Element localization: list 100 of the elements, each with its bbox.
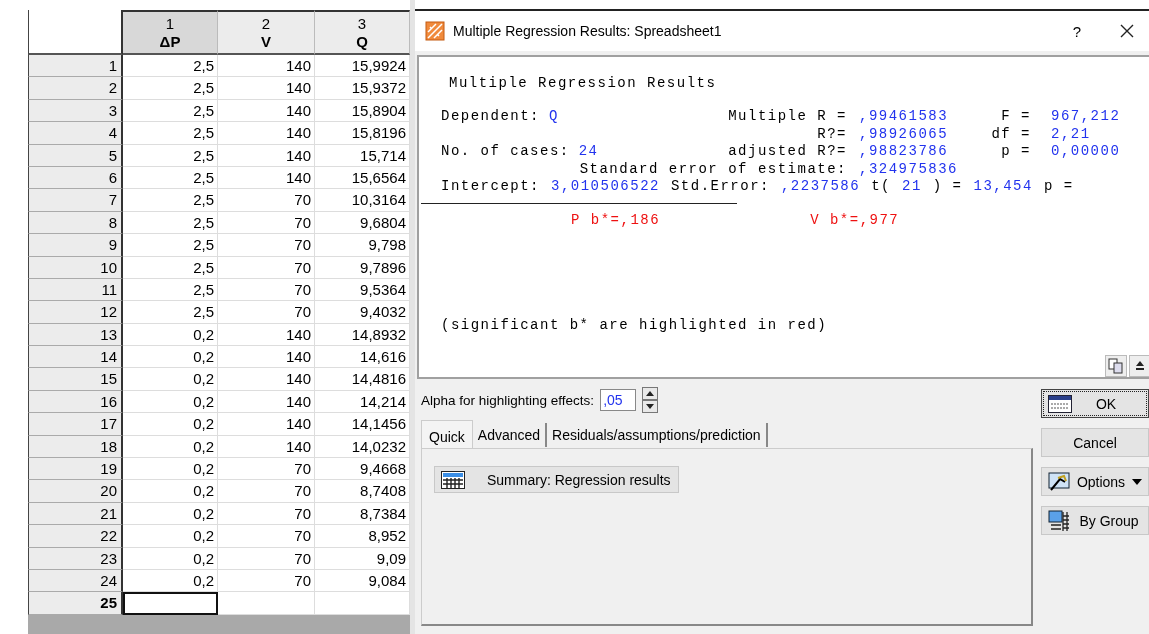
- table-cell: 0,2: [123, 413, 218, 436]
- table-cell: 9,7896: [315, 256, 410, 279]
- table-cell: 15,9372: [315, 77, 410, 100]
- alpha-label: Alpha for highlighting effects:: [421, 392, 595, 408]
- row-header[interactable]: 19: [28, 458, 123, 481]
- row-header[interactable]: 4: [28, 122, 123, 145]
- table-cell: 70: [218, 547, 315, 570]
- table-cell: 14,616: [315, 346, 410, 369]
- table-cell: 70: [218, 570, 315, 593]
- output-heading: Multiple Regression Results: [449, 75, 718, 92]
- table-cell: 14,0232: [315, 435, 410, 459]
- table-cell: 140: [218, 323, 315, 347]
- active-cell[interactable]: [123, 592, 218, 615]
- table-cell: 70: [218, 256, 315, 279]
- row-header[interactable]: 14: [28, 346, 123, 369]
- close-icon[interactable]: [1119, 23, 1135, 39]
- table-cell: 15,6564: [315, 166, 410, 190]
- alpha-field[interactable]: ,05: [600, 389, 637, 411]
- column-header[interactable]: 1 ΔP: [123, 10, 218, 55]
- tab[interactable]: Quick: [421, 420, 473, 448]
- table-cell: 0,2: [123, 480, 218, 503]
- row-header[interactable]: 5: [28, 144, 123, 167]
- options-button[interactable]: Options: [1041, 467, 1149, 496]
- row-header[interactable]: 3: [28, 99, 123, 123]
- table-cell: 9,5364: [315, 278, 410, 302]
- table-cell: 15,714: [315, 144, 410, 167]
- table-cell: 9,798: [315, 234, 410, 257]
- row-header[interactable]: 18: [28, 435, 123, 459]
- row-header[interactable]: 12: [28, 301, 123, 324]
- help-button[interactable]: ?: [1057, 22, 1097, 40]
- table-cell: 8,7408: [315, 480, 410, 503]
- table-cell: 2,5: [123, 144, 218, 167]
- row-header[interactable]: 7: [28, 189, 123, 212]
- column-header[interactable]: 2 V: [218, 10, 315, 55]
- row-header[interactable]: 25: [28, 592, 123, 615]
- row-header[interactable]: 9: [28, 234, 123, 257]
- table-cell: 9,6804: [315, 211, 410, 235]
- table-cell: 14,8932: [315, 323, 410, 347]
- row-header[interactable]: 11: [28, 278, 123, 302]
- row-header[interactable]: 2: [28, 77, 123, 100]
- table-cell: 9,4668: [315, 458, 410, 481]
- row-header[interactable]: 20: [28, 480, 123, 503]
- note-text: (significant b* are highlighted in red): [441, 317, 829, 334]
- table-cell: 0,2: [123, 323, 218, 347]
- table-cell: 2,5: [123, 278, 218, 302]
- table-cell: 0,2: [123, 390, 218, 414]
- table-cell: 70: [218, 502, 315, 526]
- ok-button[interactable]: OK: [1041, 389, 1149, 418]
- row-header[interactable]: 6: [28, 166, 123, 190]
- table-cell: 15,8196: [315, 122, 410, 145]
- stat-value: 2,21: [1051, 125, 1091, 142]
- table-cell: 2,5: [123, 256, 218, 279]
- stat-value: ,324975836: [859, 160, 958, 177]
- table-cell: 140: [218, 368, 315, 391]
- row-header[interactable]: 23: [28, 547, 123, 570]
- table-cell: 70: [218, 480, 315, 503]
- table-cell: 70: [218, 189, 315, 212]
- table-cell: 2,5: [123, 99, 218, 123]
- table-cell: 140: [218, 55, 315, 78]
- table-cell: 10,3164: [315, 189, 410, 212]
- stat-value: 21: [902, 178, 922, 195]
- row-header[interactable]: 24: [28, 570, 123, 593]
- caret-icon: [1132, 478, 1142, 485]
- row-header[interactable]: 10: [28, 256, 123, 279]
- column-header[interactable]: 3 Q: [315, 10, 410, 55]
- table-cell: 2,5: [123, 234, 218, 257]
- table-cell: 0,2: [123, 435, 218, 459]
- copy-icon[interactable]: [1105, 355, 1127, 377]
- cancel-button[interactable]: Cancel: [1041, 428, 1149, 457]
- spin-icon[interactable]: [642, 387, 659, 413]
- stat-value: 967,212: [1051, 108, 1121, 124]
- table-icon: [441, 470, 465, 489]
- table-cell: 140: [218, 99, 315, 123]
- row-header[interactable]: 8: [28, 211, 123, 235]
- stat-label: Intercept:: [441, 178, 540, 195]
- table-cell: 9,09: [315, 547, 410, 570]
- stat-label: adjusted R?=: [728, 143, 847, 159]
- row-header[interactable]: 1: [28, 55, 123, 78]
- table-cell: 14,214: [315, 390, 410, 414]
- stat-label: Dependent:: [441, 108, 540, 126]
- bygroup-button[interactable]: By Group: [1041, 506, 1149, 535]
- stat-value: 0,00000: [1051, 143, 1121, 159]
- table-cell: 140: [218, 144, 315, 167]
- table-cell: 2,5: [123, 189, 218, 212]
- row-header[interactable]: 13: [28, 323, 123, 347]
- coefficient-text: V b*=,977: [810, 212, 900, 229]
- stat-label: ) =: [932, 178, 963, 195]
- row-header[interactable]: 21: [28, 502, 123, 526]
- table-cell: 14,4816: [315, 368, 410, 391]
- expand-icon[interactable]: [1129, 355, 1149, 377]
- row-header[interactable]: 15: [28, 368, 123, 391]
- row-header[interactable]: 22: [28, 525, 123, 548]
- table-cell: 140: [218, 166, 315, 190]
- table-cell: 140: [218, 390, 315, 414]
- stat-value: 3,010506522: [551, 178, 660, 195]
- table-cell: 0,2: [123, 458, 218, 481]
- table-cell: 0,2: [123, 570, 218, 593]
- row-header[interactable]: 16: [28, 390, 123, 414]
- row-header[interactable]: 17: [28, 413, 123, 436]
- summary-button[interactable]: Summary: Regression results: [434, 466, 679, 493]
